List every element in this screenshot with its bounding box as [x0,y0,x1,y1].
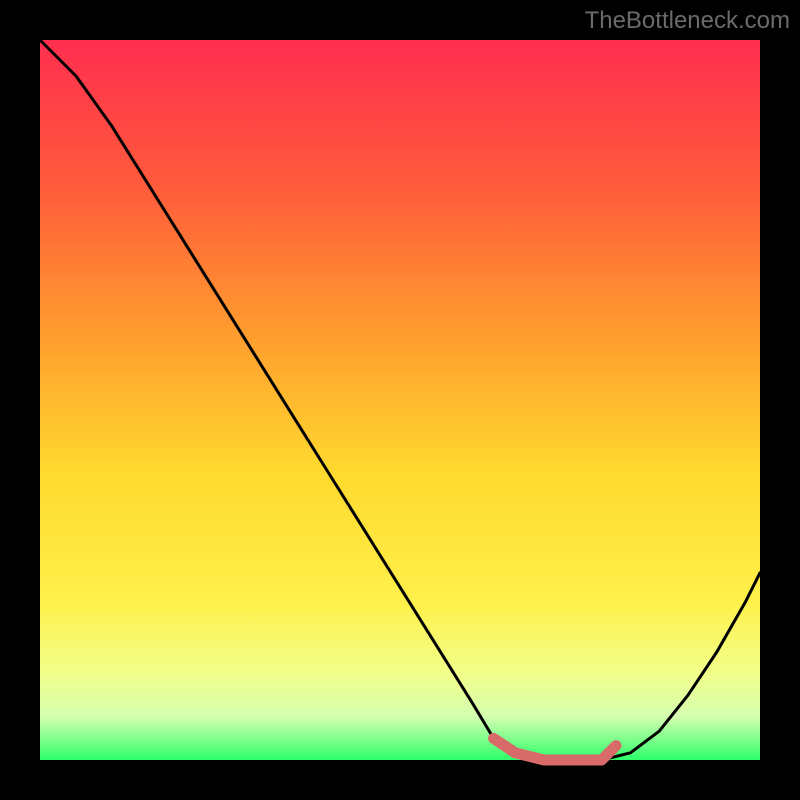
watermark-text: TheBottleneck.com [585,7,790,34]
chart-container: TheBottleneck.com [0,0,800,800]
chart-gradient-background [40,40,760,760]
bottleneck-chart: TheBottleneck.com [0,0,800,800]
